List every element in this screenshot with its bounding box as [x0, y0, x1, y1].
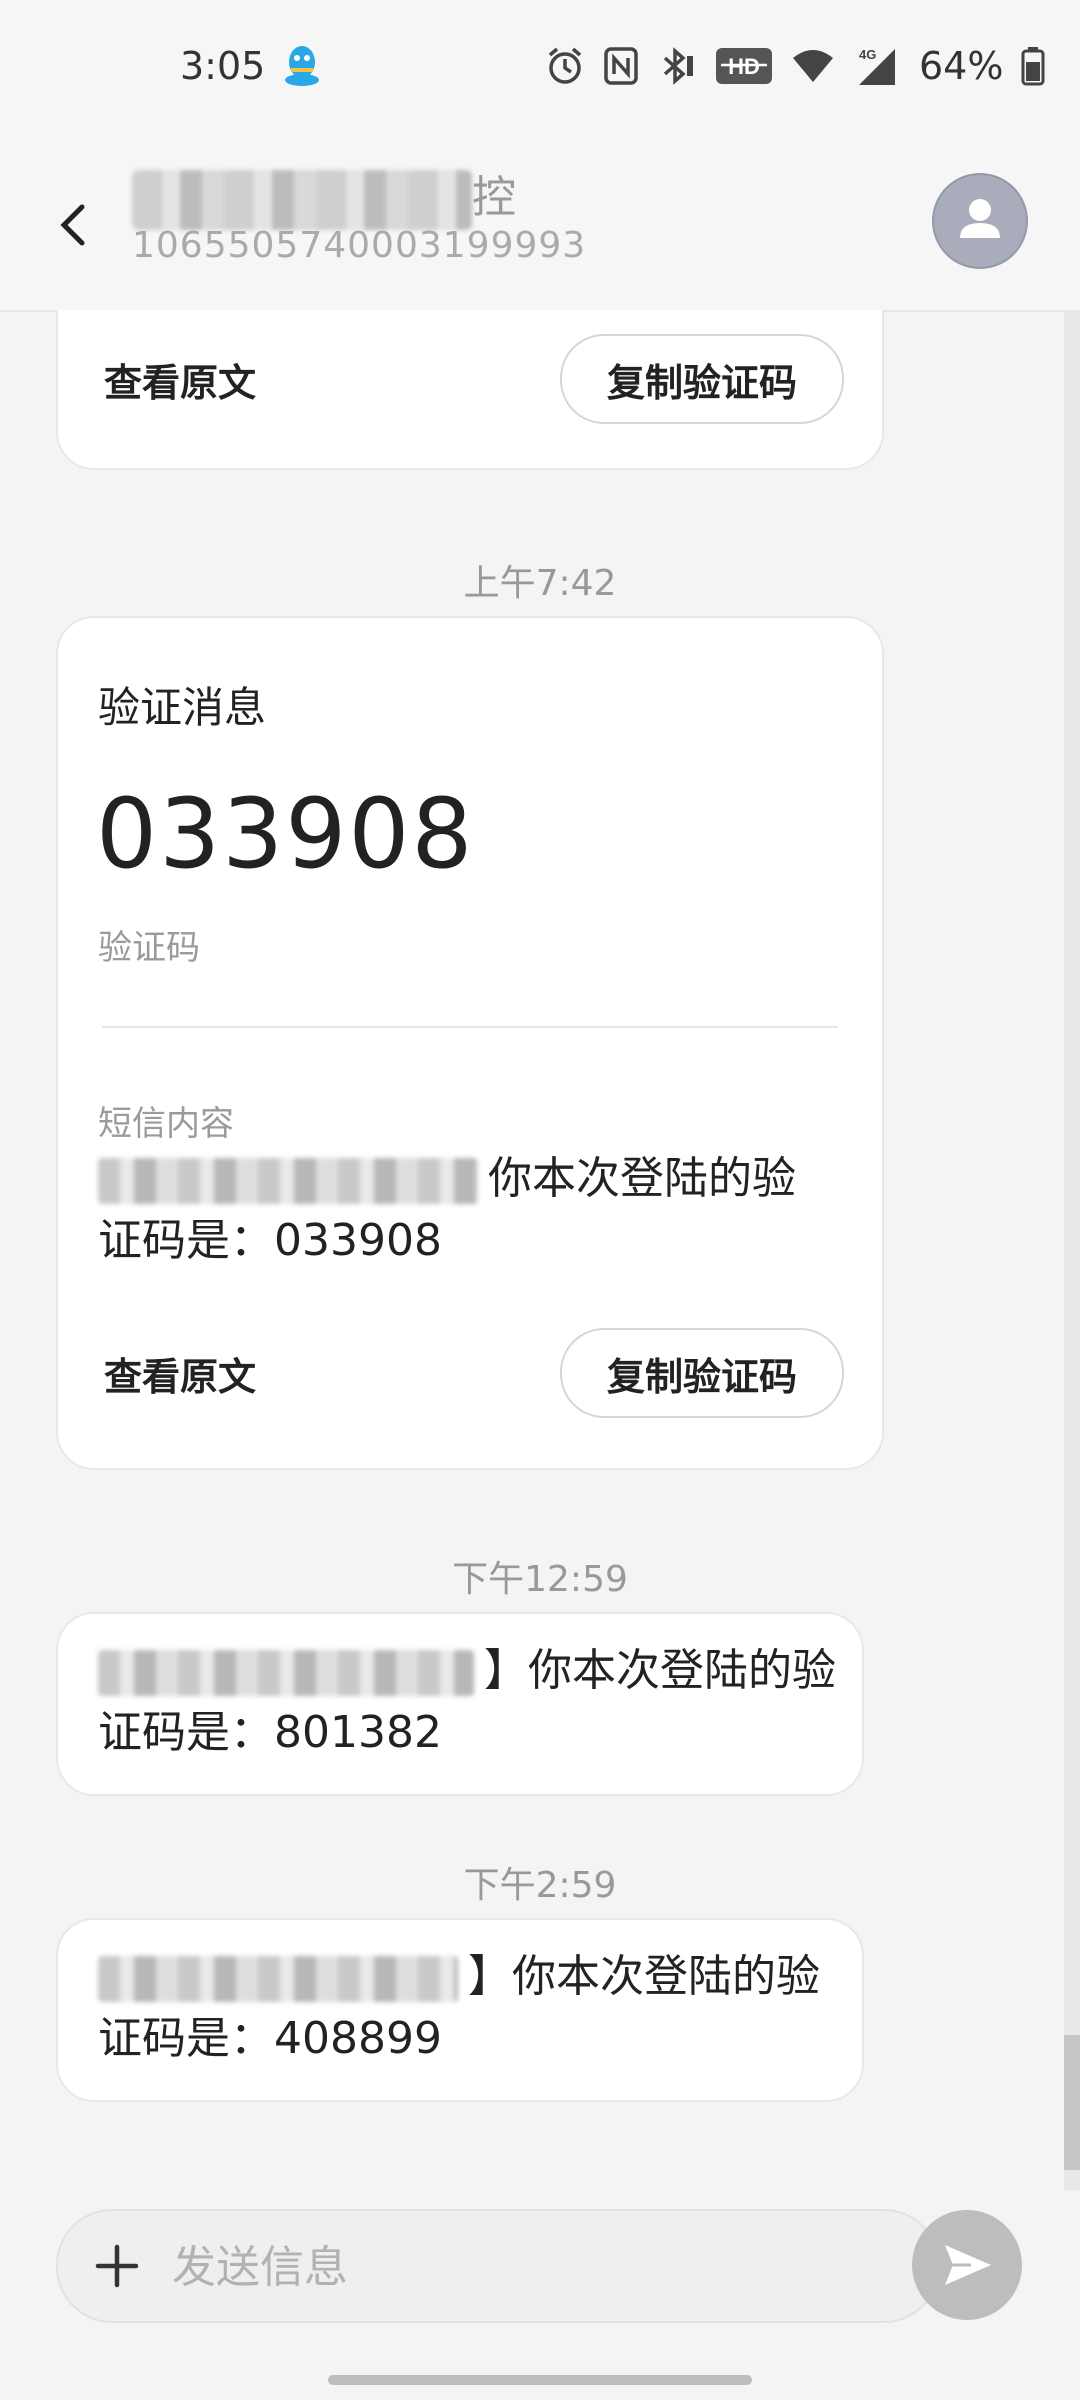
hd-icon: HD: [716, 48, 772, 84]
qq-icon: [282, 44, 322, 92]
back-button[interactable]: [52, 195, 96, 255]
scrollbar-thumb[interactable]: [1064, 2035, 1080, 2170]
redacted-sender: [98, 1956, 458, 2002]
message-input[interactable]: [170, 2235, 914, 2299]
copy-code-button[interactable]: 复制验证码: [560, 1328, 844, 1418]
wifi-icon: [793, 50, 833, 82]
home-indicator[interactable]: [328, 2375, 752, 2385]
contact-number: 1065505740003199993: [132, 225, 587, 266]
back-arrow-icon: [60, 204, 85, 246]
sms-content-label: 短信内容: [98, 1104, 234, 1144]
message-list[interactable]: 查看原文 复制验证码 上午7:42 验证消息 033908 验证码 短信内容 你…: [0, 310, 1080, 2190]
battery-icon: [1021, 47, 1045, 86]
code-label: 验证码: [98, 928, 200, 968]
view-original-link[interactable]: 查看原文: [104, 1346, 256, 1401]
redacted-sender: [98, 1650, 474, 1696]
copy-code-button[interactable]: 复制验证码: [560, 334, 844, 424]
status-bar: 3:05 HD 4G 64%: [0, 0, 1080, 135]
message-line-1: 】你本次登陆的验: [98, 1946, 820, 2008]
verification-message-card: 验证消息 033908 验证码 短信内容 你本次登陆的验 证码是：033908 …: [56, 616, 884, 1470]
message-card-partial: 查看原文 复制验证码: [56, 310, 884, 470]
send-icon: [945, 2245, 991, 2285]
conversation-header: 控 1065505740003199993: [0, 135, 1080, 312]
verification-code: 033908: [96, 778, 475, 890]
message-line-2: 证码是：408899: [98, 2013, 442, 2064]
card-title: 验证消息: [98, 683, 267, 732]
compose-box: [56, 2209, 940, 2323]
message-timestamp: 下午12:59: [452, 1559, 628, 1600]
svg-text:4G: 4G: [859, 47, 876, 62]
status-icons: HD 4G 64%: [545, 44, 1045, 88]
redacted-name: [132, 170, 472, 230]
bluetooth-icon: [663, 47, 693, 85]
signal-icon: 4G: [859, 47, 895, 85]
view-original-link[interactable]: 查看原文: [104, 352, 256, 407]
message-bubble[interactable]: 】你本次登陆的验 证码是：408899: [56, 1918, 864, 2102]
svg-text:HD: HD: [728, 54, 760, 79]
send-button[interactable]: [912, 2210, 1022, 2320]
message-bubble[interactable]: 】你本次登陆的验 证码是：801382: [56, 1612, 864, 1796]
message-line-1: 】你本次登陆的验: [98, 1640, 836, 1702]
battery-percent: 64%: [919, 44, 1004, 88]
sms-content: 你本次登陆的验 证码是：033908: [98, 1148, 796, 1272]
message-line-2: 证码是：801382: [98, 1707, 442, 1758]
redacted-sender: [98, 1158, 478, 1204]
add-attachment-icon[interactable]: [92, 2241, 142, 2291]
status-time: 3:05: [180, 44, 266, 88]
contact-avatar[interactable]: [932, 173, 1028, 269]
divider: [102, 1026, 838, 1028]
message-timestamp: 上午7:42: [463, 563, 617, 604]
nfc-icon: [604, 47, 638, 85]
scrollbar-track[interactable]: [1064, 310, 1080, 2190]
person-icon: [960, 199, 1000, 238]
compose-bar: [0, 2190, 1080, 2400]
message-text: 】你本次登陆的验 证码是：408899: [98, 1946, 820, 2070]
message-text: 】你本次登陆的验 证码是：801382: [98, 1640, 836, 1764]
message-timestamp: 下午2:59: [463, 1865, 617, 1906]
sms-line-1: 你本次登陆的验: [98, 1148, 796, 1210]
alarm-icon: [548, 47, 582, 84]
contact-name: 控: [132, 161, 516, 230]
sms-line-2: 证码是：033908: [98, 1215, 442, 1266]
